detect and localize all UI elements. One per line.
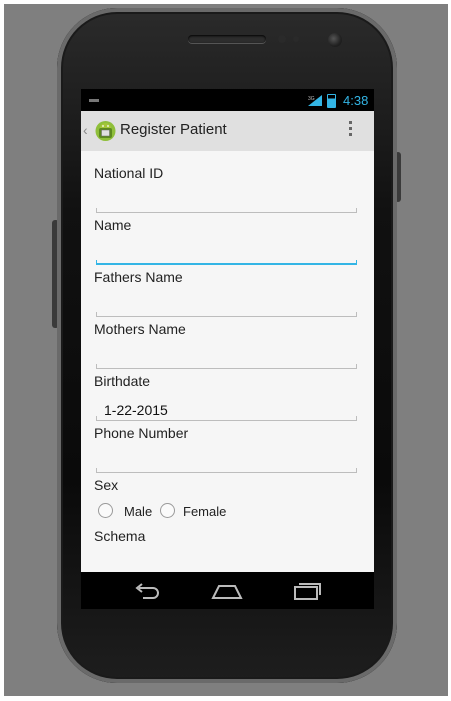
- signal-icon: 3G: [308, 95, 322, 106]
- status-bar: ▬ 3G 4:38: [81, 89, 374, 111]
- network-type-label: 3G: [308, 96, 315, 102]
- female-radio[interactable]: [160, 503, 175, 518]
- name-label: Name: [94, 217, 132, 233]
- action-bar: ‹ Register Patient: [81, 111, 374, 152]
- back-button-icon[interactable]: [127, 578, 167, 604]
- android-app-icon[interactable]: [94, 119, 117, 142]
- up-caret-icon[interactable]: ‹: [83, 122, 88, 138]
- recent-apps-button-icon[interactable]: [287, 578, 327, 604]
- mothers-name-label: Mothers Name: [94, 321, 186, 337]
- light-sensor: [293, 36, 299, 42]
- female-radio-label[interactable]: Female: [183, 504, 226, 519]
- registration-form: National ID Name Fathers Name Mothers Na…: [81, 151, 374, 572]
- phone-number-label: Phone Number: [94, 425, 189, 441]
- front-camera: [328, 33, 342, 47]
- birthdate-value: 1-22-2015: [104, 402, 168, 418]
- mothers-name-field[interactable]: [96, 354, 357, 369]
- phone-number-field[interactable]: [96, 458, 357, 473]
- national-id-field[interactable]: [96, 198, 357, 213]
- navigation-bar: [81, 572, 374, 609]
- national-id-label: National ID: [94, 165, 164, 181]
- notification-icon: ▬: [89, 94, 99, 105]
- home-button-icon[interactable]: [207, 578, 247, 604]
- fathers-name-field[interactable]: [96, 302, 357, 317]
- birthdate-label: Birthdate: [94, 373, 151, 389]
- proximity-sensor: [278, 35, 286, 43]
- male-radio[interactable]: [98, 503, 113, 518]
- status-time: 4:38: [343, 93, 369, 108]
- battery-icon: [327, 94, 336, 108]
- fathers-name-label: Fathers Name: [94, 269, 183, 285]
- male-radio-label[interactable]: Male: [124, 504, 152, 519]
- sex-label: Sex: [94, 477, 119, 493]
- page-title: Register Patient: [120, 121, 227, 138]
- birthdate-field[interactable]: 1-22-2015: [96, 402, 357, 421]
- speaker-grille: [188, 35, 266, 43]
- schema-label: Schema: [94, 528, 146, 544]
- overflow-menu-icon[interactable]: [347, 119, 353, 143]
- device-screen: ▬ 3G 4:38 ‹ Register Patient National ID…: [81, 89, 374, 609]
- name-field[interactable]: [96, 249, 357, 265]
